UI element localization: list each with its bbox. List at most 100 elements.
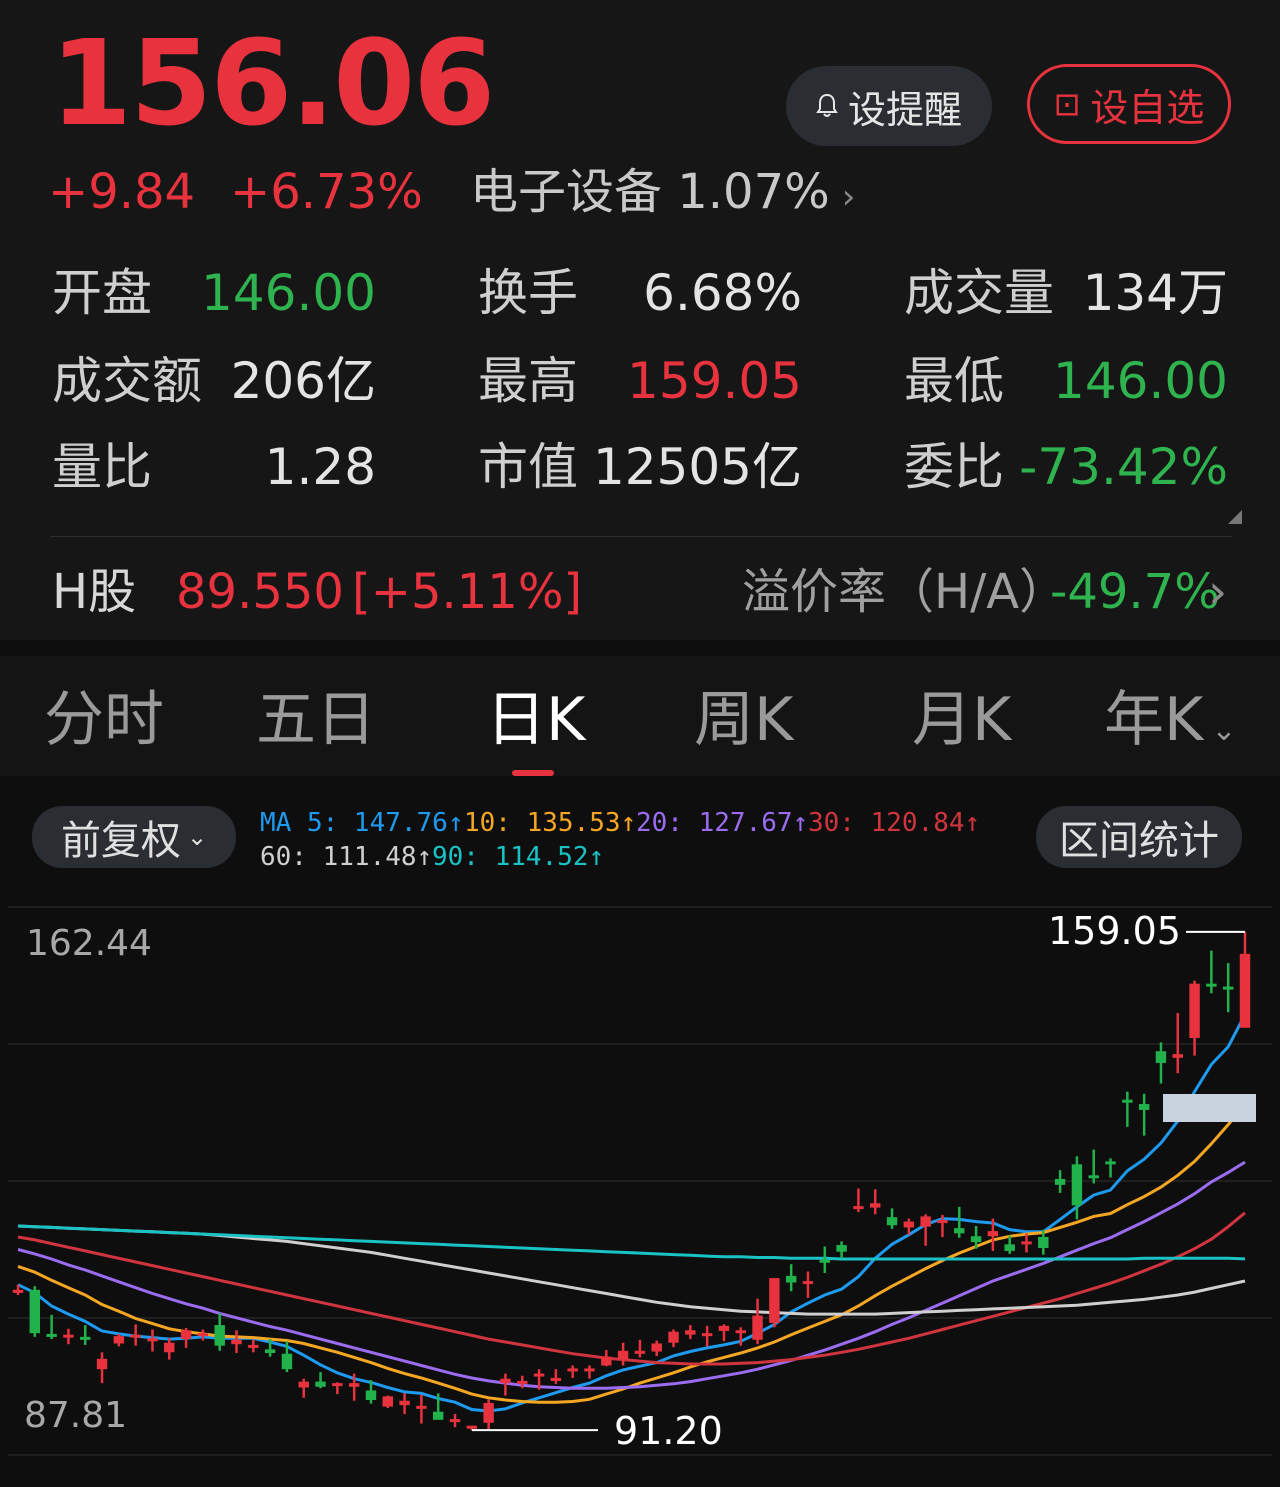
candle bbox=[802, 1271, 814, 1298]
candle-body bbox=[1189, 983, 1200, 1038]
current-price: 156.06 bbox=[50, 14, 495, 152]
chevron-right-icon: › bbox=[841, 177, 856, 217]
stat-value: 134万 bbox=[1082, 264, 1228, 322]
candle-body bbox=[886, 1217, 898, 1226]
chart-area: 前复权 ⌄ 区间统计 MA 5: 147.76↑ 10: 135.53↑ 20: … bbox=[0, 776, 1280, 1487]
candle bbox=[1122, 1091, 1133, 1127]
candle bbox=[483, 1399, 494, 1431]
candlestick-chart[interactable]: 162.44 87.81 159.05 91.20 bbox=[0, 887, 1280, 1487]
candle-body bbox=[752, 1315, 763, 1340]
candle bbox=[1222, 963, 1234, 1013]
stat-value: -73.42% bbox=[1019, 438, 1228, 496]
tab-five-day[interactable]: 五日 bbox=[256, 680, 376, 760]
candle bbox=[197, 1329, 209, 1341]
candle-body bbox=[1206, 983, 1217, 987]
ma-line-ma60 bbox=[17, 1224, 1246, 1316]
stat-label: 委比 bbox=[904, 438, 1004, 496]
tab-daily-k[interactable]: 日K bbox=[486, 680, 585, 760]
tab-monthly-k[interactable]: 月K bbox=[912, 680, 1011, 760]
set-alert-label: 设提醒 bbox=[847, 87, 962, 132]
range-stats-button[interactable]: 区间统计 bbox=[1036, 806, 1242, 868]
candle bbox=[1239, 931, 1251, 1028]
candle-body bbox=[80, 1336, 91, 1340]
tab-weekly-k[interactable]: 周K bbox=[694, 680, 793, 760]
candle-body bbox=[634, 1350, 646, 1354]
sector-label: 电子设备 1.07% bbox=[470, 164, 830, 220]
quote-panel: 156.06 +9.84 +6.73% 电子设备 1.07% › 设提醒 ⊡ 设自… bbox=[0, 0, 1280, 640]
candle-body bbox=[685, 1330, 696, 1335]
candle-body bbox=[449, 1419, 461, 1423]
candle bbox=[1105, 1158, 1116, 1178]
candle-body bbox=[432, 1411, 444, 1420]
candle bbox=[701, 1325, 713, 1347]
candle bbox=[785, 1264, 797, 1292]
stat-label: 成交额 bbox=[52, 352, 202, 410]
candle bbox=[769, 1278, 780, 1328]
price-change: +9.84 bbox=[48, 164, 196, 220]
candle bbox=[29, 1286, 41, 1337]
candle-body bbox=[1172, 1054, 1183, 1058]
h-share-change: [+5.11%] bbox=[352, 564, 583, 620]
candle bbox=[449, 1413, 461, 1428]
candle-body bbox=[500, 1378, 511, 1384]
candle-body bbox=[601, 1356, 612, 1366]
candle bbox=[63, 1328, 74, 1345]
candle bbox=[248, 1339, 259, 1353]
candle-body bbox=[1004, 1244, 1015, 1251]
expand-corner-icon[interactable] bbox=[1228, 510, 1242, 524]
stat-value: 159.05 bbox=[627, 352, 802, 410]
candle bbox=[231, 1330, 242, 1354]
candle bbox=[634, 1339, 646, 1358]
premium-chevron-icon[interactable]: › bbox=[1208, 560, 1227, 624]
candle-body bbox=[348, 1383, 360, 1387]
candle-body bbox=[1071, 1164, 1083, 1206]
candle-body bbox=[12, 1289, 24, 1293]
candle bbox=[164, 1338, 175, 1360]
tab-yearly-k[interactable]: 年K ⌄ bbox=[1104, 680, 1237, 771]
candle-body bbox=[567, 1368, 578, 1372]
premium-value: -49.7% bbox=[1050, 564, 1220, 620]
candle-body bbox=[668, 1331, 679, 1343]
candle-body bbox=[1155, 1051, 1167, 1063]
candle-body bbox=[920, 1216, 931, 1227]
candle-body bbox=[365, 1390, 377, 1401]
price-change-pct: +6.73% bbox=[230, 164, 423, 220]
candle-body bbox=[180, 1330, 192, 1340]
candle-body bbox=[1222, 986, 1234, 990]
crosshair-price-tag bbox=[1163, 1094, 1256, 1122]
candle bbox=[399, 1393, 410, 1414]
candle-body bbox=[550, 1377, 562, 1381]
stat-label: 开盘 bbox=[52, 264, 152, 322]
candle bbox=[853, 1188, 864, 1213]
tab-intraday[interactable]: 分时 bbox=[44, 680, 164, 760]
candle-body bbox=[584, 1368, 595, 1372]
candle-body bbox=[1138, 1104, 1150, 1110]
adjust-dropdown[interactable]: 前复权 ⌄ bbox=[32, 806, 236, 868]
premium-label: 溢价率（H/A） bbox=[742, 564, 1068, 620]
candle-body bbox=[164, 1342, 175, 1353]
candle bbox=[96, 1352, 108, 1384]
candle-body bbox=[113, 1336, 125, 1344]
stat-label: 量比 bbox=[52, 438, 152, 496]
candle-body bbox=[130, 1334, 141, 1338]
stat-value: 146.00 bbox=[1053, 352, 1228, 410]
candle bbox=[147, 1329, 158, 1352]
candle-body bbox=[836, 1245, 847, 1252]
candle-body bbox=[769, 1278, 780, 1323]
y-axis-min-label: 87.81 bbox=[24, 1395, 127, 1436]
candle-body bbox=[517, 1380, 528, 1384]
candle bbox=[870, 1189, 881, 1215]
ma30-legend: 30: 120.84↑ bbox=[808, 808, 981, 838]
adjust-label: 前复权 bbox=[60, 818, 181, 864]
sector-link[interactable]: 电子设备 1.07% › bbox=[470, 160, 855, 229]
candle-body bbox=[46, 1333, 57, 1337]
add-watchlist-button[interactable]: ⊡ 设自选 bbox=[1027, 64, 1231, 144]
candle-body bbox=[701, 1333, 713, 1337]
ma-lines bbox=[17, 1013, 1247, 1413]
candle bbox=[1138, 1093, 1150, 1136]
candle bbox=[584, 1365, 595, 1379]
candle bbox=[1021, 1233, 1032, 1253]
set-alert-button[interactable]: 设提醒 bbox=[786, 66, 992, 146]
candle-body bbox=[533, 1373, 545, 1377]
candle bbox=[567, 1365, 578, 1378]
